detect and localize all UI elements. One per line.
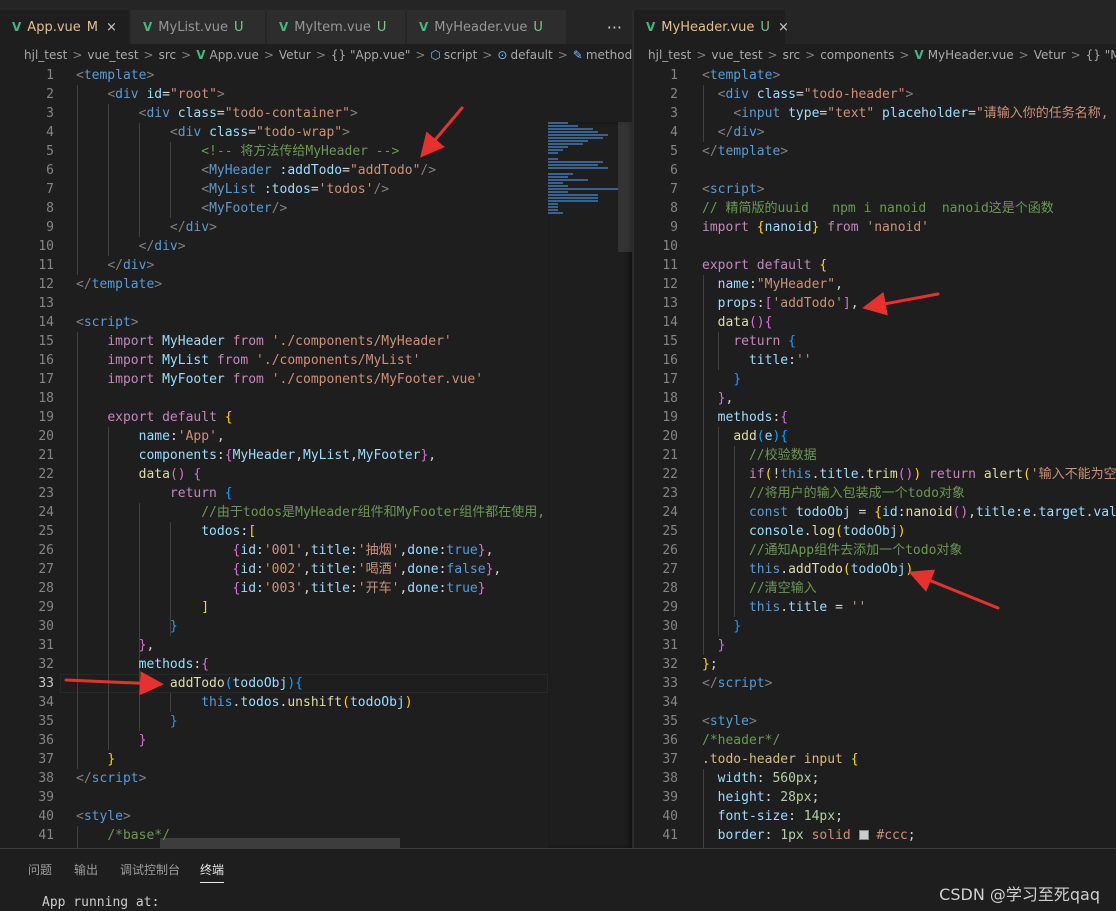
tab-debug-console[interactable]: 调试控制台 xyxy=(120,861,180,878)
bottom-panel: 问题 输出 调试控制台 终端 App running at: CSDN @学习至… xyxy=(0,848,1116,911)
terminal-output[interactable]: App running at: xyxy=(42,895,159,910)
arrow-to-addtodo-method xyxy=(64,671,164,696)
arrow-to-props xyxy=(862,291,940,316)
tab-terminal[interactable]: 终端 xyxy=(200,861,225,883)
arrow-to-myheader-comment xyxy=(420,106,464,158)
arrow-to-addtodo-call xyxy=(908,569,1000,610)
tab-problems[interactable]: 问题 xyxy=(28,861,52,878)
tab-output[interactable]: 输出 xyxy=(74,861,98,878)
annotation-arrows xyxy=(64,106,1000,696)
watermark: CSDN @学习至死qaq xyxy=(939,885,1100,904)
